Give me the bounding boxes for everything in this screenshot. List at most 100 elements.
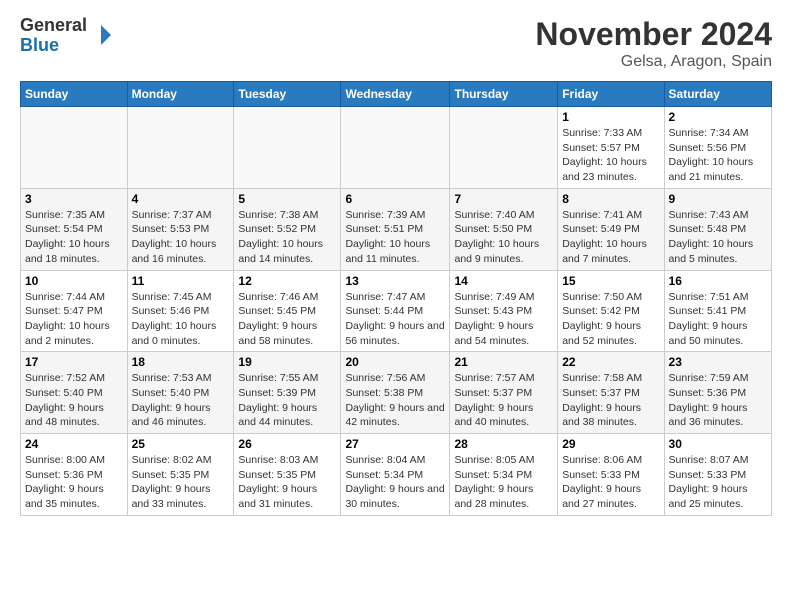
day-details: Sunrise: 7:47 AMSunset: 5:44 PMDaylight:… xyxy=(345,290,445,349)
calendar-cell xyxy=(234,107,341,189)
day-number: 7 xyxy=(454,192,553,206)
day-details: Sunrise: 7:53 AMSunset: 5:40 PMDaylight:… xyxy=(132,371,230,430)
header-sunday: Sunday xyxy=(21,82,128,107)
week-row-4: 17 Sunrise: 7:52 AMSunset: 5:40 PMDayligh… xyxy=(21,352,772,434)
header-tuesday: Tuesday xyxy=(234,82,341,107)
calendar-cell: 8Sunrise: 7:41 AMSunset: 5:49 PMDaylight… xyxy=(558,188,664,270)
calendar-table: SundayMondayTuesdayWednesdayThursdayFrid… xyxy=(20,81,772,516)
week-row-2: 3 Sunrise: 7:35 AMSunset: 5:54 PMDaylight… xyxy=(21,188,772,270)
day-details: Sunrise: 7:58 AMSunset: 5:37 PMDaylight:… xyxy=(562,371,659,430)
header-monday: Monday xyxy=(127,82,234,107)
day-number: 4 xyxy=(132,192,230,206)
calendar-cell xyxy=(21,107,128,189)
day-number: 30 xyxy=(669,437,767,451)
day-number: 6 xyxy=(345,192,445,206)
week-row-1: 1 Sunrise: 7:33 AMSunset: 5:57 PMDaylight… xyxy=(21,107,772,189)
calendar-cell: 21 Sunrise: 7:57 AMSunset: 5:37 PMDayligh… xyxy=(450,352,558,434)
calendar-cell xyxy=(341,107,450,189)
header-thursday: Thursday xyxy=(450,82,558,107)
day-details: Sunrise: 7:35 AMSunset: 5:54 PMDaylight:… xyxy=(25,208,123,267)
location-subtitle: Gelsa, Aragon, Spain xyxy=(535,53,772,71)
week-row-5: 24 Sunrise: 8:00 AMSunset: 5:36 PMDayligh… xyxy=(21,434,772,516)
day-number: 26 xyxy=(238,437,336,451)
calendar-cell: 16Sunrise: 7:51 AMSunset: 5:41 PMDayligh… xyxy=(664,270,771,352)
day-details: Sunrise: 7:41 AMSunset: 5:49 PMDaylight:… xyxy=(562,208,659,267)
day-details: Sunrise: 7:56 AMSunset: 5:38 PMDaylight:… xyxy=(345,371,445,430)
calendar-cell: 4 Sunrise: 7:37 AMSunset: 5:53 PMDaylight… xyxy=(127,188,234,270)
calendar-cell: 23 Sunrise: 7:59 AMSunset: 5:36 PMDayligh… xyxy=(664,352,771,434)
calendar-cell: 9Sunrise: 7:43 AMSunset: 5:48 PMDaylight… xyxy=(664,188,771,270)
calendar-cell: 20 Sunrise: 7:56 AMSunset: 5:38 PMDayligh… xyxy=(341,352,450,434)
logo: General Blue xyxy=(20,16,113,56)
calendar-cell: 15 Sunrise: 7:50 AMSunset: 5:42 PMDayligh… xyxy=(558,270,664,352)
header-wednesday: Wednesday xyxy=(341,82,450,107)
day-number: 14 xyxy=(454,274,553,288)
day-number: 12 xyxy=(238,274,336,288)
calendar-cell: 11 Sunrise: 7:45 AMSunset: 5:46 PMDayligh… xyxy=(127,270,234,352)
logo-text: General Blue xyxy=(20,16,87,56)
day-details: Sunrise: 8:07 AMSunset: 5:33 PMDaylight:… xyxy=(669,453,767,512)
calendar-cell: 2Sunrise: 7:34 AMSunset: 5:56 PMDaylight… xyxy=(664,107,771,189)
calendar-cell: 26 Sunrise: 8:03 AMSunset: 5:35 PMDayligh… xyxy=(234,434,341,516)
day-number: 20 xyxy=(345,355,445,369)
title-block: November 2024 Gelsa, Aragon, Spain xyxy=(535,16,772,71)
day-number: 25 xyxy=(132,437,230,451)
day-number: 11 xyxy=(132,274,230,288)
calendar-cell: 5Sunrise: 7:38 AMSunset: 5:52 PMDaylight… xyxy=(234,188,341,270)
day-details: Sunrise: 7:59 AMSunset: 5:36 PMDaylight:… xyxy=(669,371,767,430)
header-friday: Friday xyxy=(558,82,664,107)
day-details: Sunrise: 7:45 AMSunset: 5:46 PMDaylight:… xyxy=(132,290,230,349)
calendar-cell: 27Sunrise: 8:04 AMSunset: 5:34 PMDayligh… xyxy=(341,434,450,516)
header-row: SundayMondayTuesdayWednesdayThursdayFrid… xyxy=(21,82,772,107)
calendar-cell xyxy=(450,107,558,189)
calendar-header: SundayMondayTuesdayWednesdayThursdayFrid… xyxy=(21,82,772,107)
day-details: Sunrise: 7:49 AMSunset: 5:43 PMDaylight:… xyxy=(454,290,553,349)
day-details: Sunrise: 7:50 AMSunset: 5:42 PMDaylight:… xyxy=(562,290,659,349)
day-details: Sunrise: 8:04 AMSunset: 5:34 PMDaylight:… xyxy=(345,453,445,512)
calendar-cell: 28Sunrise: 8:05 AMSunset: 5:34 PMDayligh… xyxy=(450,434,558,516)
day-details: Sunrise: 7:33 AMSunset: 5:57 PMDaylight:… xyxy=(562,126,659,185)
calendar-cell: 18 Sunrise: 7:53 AMSunset: 5:40 PMDayligh… xyxy=(127,352,234,434)
day-number: 19 xyxy=(238,355,336,369)
header-saturday: Saturday xyxy=(664,82,771,107)
calendar-cell: 22 Sunrise: 7:58 AMSunset: 5:37 PMDayligh… xyxy=(558,352,664,434)
day-details: Sunrise: 8:03 AMSunset: 5:35 PMDaylight:… xyxy=(238,453,336,512)
day-number: 28 xyxy=(454,437,553,451)
day-details: Sunrise: 8:00 AMSunset: 5:36 PMDaylight:… xyxy=(25,453,123,512)
calendar-cell: 12Sunrise: 7:46 AMSunset: 5:45 PMDayligh… xyxy=(234,270,341,352)
day-number: 13 xyxy=(345,274,445,288)
day-details: Sunrise: 7:39 AMSunset: 5:51 PMDaylight:… xyxy=(345,208,445,267)
week-row-3: 10 Sunrise: 7:44 AMSunset: 5:47 PMDayligh… xyxy=(21,270,772,352)
day-number: 18 xyxy=(132,355,230,369)
calendar-cell: 24 Sunrise: 8:00 AMSunset: 5:36 PMDayligh… xyxy=(21,434,128,516)
day-number: 24 xyxy=(25,437,123,451)
calendar-cell: 30 Sunrise: 8:07 AMSunset: 5:33 PMDayligh… xyxy=(664,434,771,516)
logo-icon xyxy=(89,23,113,47)
day-number: 10 xyxy=(25,274,123,288)
day-details: Sunrise: 8:02 AMSunset: 5:35 PMDaylight:… xyxy=(132,453,230,512)
calendar-cell: 13 Sunrise: 7:47 AMSunset: 5:44 PMDayligh… xyxy=(341,270,450,352)
day-details: Sunrise: 7:37 AMSunset: 5:53 PMDaylight:… xyxy=(132,208,230,267)
day-details: Sunrise: 7:44 AMSunset: 5:47 PMDaylight:… xyxy=(25,290,123,349)
month-year-title: November 2024 xyxy=(535,16,772,53)
day-number: 15 xyxy=(562,274,659,288)
day-details: Sunrise: 7:40 AMSunset: 5:50 PMDaylight:… xyxy=(454,208,553,267)
day-number: 29 xyxy=(562,437,659,451)
day-number: 17 xyxy=(25,355,123,369)
calendar-cell: 1 Sunrise: 7:33 AMSunset: 5:57 PMDaylight… xyxy=(558,107,664,189)
day-number: 22 xyxy=(562,355,659,369)
calendar-cell: 14 Sunrise: 7:49 AMSunset: 5:43 PMDayligh… xyxy=(450,270,558,352)
header: General Blue November 2024 Gelsa, Aragon… xyxy=(20,16,772,71)
day-number: 5 xyxy=(238,192,336,206)
calendar-cell: 6 Sunrise: 7:39 AMSunset: 5:51 PMDaylight… xyxy=(341,188,450,270)
day-number: 1 xyxy=(562,110,659,124)
day-details: Sunrise: 7:52 AMSunset: 5:40 PMDaylight:… xyxy=(25,371,123,430)
calendar-cell: 3 Sunrise: 7:35 AMSunset: 5:54 PMDaylight… xyxy=(21,188,128,270)
day-number: 23 xyxy=(669,355,767,369)
day-number: 16 xyxy=(669,274,767,288)
day-details: Sunrise: 7:57 AMSunset: 5:37 PMDaylight:… xyxy=(454,371,553,430)
day-number: 3 xyxy=(25,192,123,206)
calendar-cell: 7 Sunrise: 7:40 AMSunset: 5:50 PMDaylight… xyxy=(450,188,558,270)
day-number: 21 xyxy=(454,355,553,369)
page: General Blue November 2024 Gelsa, Aragon… xyxy=(0,0,792,532)
